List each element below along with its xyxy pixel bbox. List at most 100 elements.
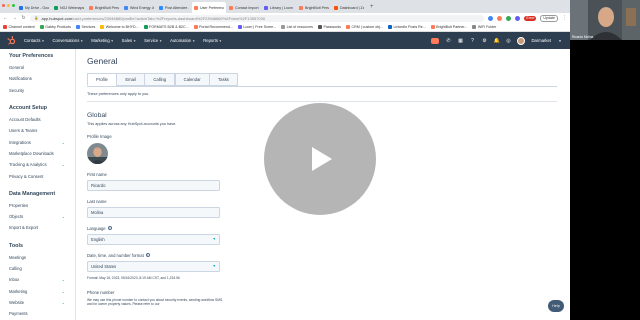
notifications-bell-icon[interactable]: 🔔 [493,38,499,44]
bookmark-favicon-icon [3,25,7,29]
bookmark-item[interactable]: WiFi Folder [472,25,496,29]
webcam-person-image [570,0,640,40]
bookmark-item[interactable]: Channel content [3,25,35,29]
chevron-down-icon: ▼ [41,38,45,43]
language-value: English [91,236,105,242]
sidebar-item-notifications[interactable]: Notifications [9,73,75,84]
datetime-format-select[interactable]: United States ▼ [87,260,220,272]
sidebar-item-security[interactable]: Security [9,85,75,96]
bookmark-item[interactable]: Portal Recommend... [193,25,233,29]
chevron-down-icon: ⌄ [61,139,65,145]
sidebar-item-meetings[interactable]: Meetings [9,252,75,263]
bookmark-item[interactable]: BrightBolt Partner... [430,25,467,29]
kebab-menu-icon[interactable]: ⋮ [562,15,567,21]
minimize-window-button[interactable] [7,4,10,7]
extension-icon[interactable] [488,15,494,21]
maximize-window-button[interactable] [12,4,15,7]
browser-tab[interactable]: Dashboard | Zapier [332,2,366,13]
browser-tab[interactable]: Contact Import | Hu [227,2,261,13]
language-select[interactable]: English ▼ [87,233,220,245]
bookmark-item[interactable]: List of resources [281,25,313,29]
browser-tab[interactable]: Post Attendee - Zoom [157,2,191,13]
sidebar-item-properties[interactable]: Properties [9,200,75,211]
avatar[interactable] [517,36,526,45]
nav-item-contacts[interactable]: Contacts ▼ [24,38,45,43]
bookmark-label: Passwords [323,25,342,29]
bookmark-item[interactable]: Passwords [317,25,342,29]
extension-icon[interactable] [515,15,521,21]
url-input[interactable]: 🔒 app.hubspot.com/user-preferences/23946… [30,14,485,22]
nav-item-automation[interactable]: Automation ▼ [170,38,195,43]
sidebar-item-tracking-analytics[interactable]: Tracking & Analytics ⌄ [9,159,75,170]
profile-photo-icon [87,142,108,164]
bookmark-item[interactable]: LinkedIn Posts Re... [388,25,426,29]
browser-tab[interactable]: Library | Loom [262,2,296,13]
bookmark-item[interactable]: CRM | custom obj... [346,25,383,29]
reload-icon[interactable]: ↻ [21,15,26,21]
browser-tab[interactable]: BrightBolt Personal [87,2,121,13]
sidebar-item-label: Website [9,299,25,305]
help-icon[interactable]: ? [469,38,475,44]
profile-error-badge[interactable]: Error [524,15,537,21]
sidebar-item-marketplace-downloads[interactable]: Marketplace Downloads [9,148,75,159]
tab-tasks[interactable]: Tasks [209,73,238,86]
assistant-icon[interactable]: ◎ [505,38,511,44]
info-icon[interactable]: i [107,226,112,230]
chevron-down-icon[interactable]: ▼ [557,38,563,44]
back-icon[interactable]: ← [3,15,8,21]
new-tab-button[interactable]: + [370,2,374,13]
sidebar-item-payments[interactable]: Payments [9,308,75,319]
bookmark-item[interactable]: Welcome to BHYD... [100,25,139,29]
bookmark-item[interactable]: FORMATS B2B & B2C... [143,25,189,29]
nav-item-marketing[interactable]: Marketing ▼ [91,38,113,43]
browser-tab[interactable]: BrightBolt Personal [297,2,331,13]
sidebar-item-users-teams[interactable]: Users & Teams [9,125,75,136]
video-play-button[interactable] [264,103,376,215]
nav-item-conversations[interactable]: Conversations ▼ [53,38,84,43]
upgrade-icon[interactable] [431,37,440,44]
browser-tab[interactable]: NGJ Webmaps in [52,2,86,13]
info-icon[interactable]: i [145,253,150,257]
sidebar-item-objects[interactable]: Objects ⌄ [9,211,75,222]
bookmark-label: LinkedIn Posts Re... [393,25,426,29]
forward-icon[interactable]: → [12,15,17,21]
settings-gear-icon[interactable]: ⚙ [481,38,487,44]
tab-profile[interactable]: Profile [87,73,117,86]
bookmark-item[interactable]: Services [75,25,95,29]
browser-tab[interactable]: User Preferences | Hub [192,2,226,13]
update-button[interactable]: Update [540,14,558,22]
marketplace-icon[interactable]: ▦ [457,38,463,44]
nav-item-service[interactable]: Service ▼ [144,38,162,43]
nav-item-sales[interactable]: Sales ▼ [122,38,136,43]
chevron-down-icon: ▼ [218,38,222,43]
close-window-button[interactable] [2,4,5,7]
hubspot-logo-icon[interactable] [7,36,16,45]
nav-item-reports[interactable]: Reports ▼ [203,38,222,43]
sidebar-item-import-export[interactable]: Import & Export [9,222,75,233]
bookmark-favicon-icon [472,25,477,29]
first-name-field[interactable]: Ricardo [87,179,220,191]
sidebar-item-account-defaults[interactable]: Account Defaults [9,114,75,125]
extension-icon[interactable] [506,15,512,21]
tab-email[interactable]: Email [116,73,145,86]
sidebar-item-integrations[interactable]: Integrations ⌄ [9,136,75,147]
bookmark-item[interactable]: Loom | Free Scree... [237,25,276,29]
sidebar-item-website[interactable]: Website ⌄ [9,297,75,308]
bookmark-item[interactable]: Gabby Products [39,25,71,29]
browser-tab[interactable]: Wind Energy Jump [122,2,156,13]
extension-icon[interactable] [497,15,503,21]
sidebar-item-inbox[interactable]: Inbox ⌄ [9,274,75,285]
sidebar-item-calling[interactable]: Calling [9,263,75,274]
tab-calendar[interactable]: Calendar [174,73,210,86]
sidebar-item-marketing[interactable]: Marketing ⌄ [9,285,75,296]
phone-icon[interactable]: ✆ [445,38,451,44]
last-name-field[interactable]: Molina [87,206,220,218]
sidebar-item-general[interactable]: General [9,62,75,73]
sidebar-item-label: Payments [9,311,28,317]
browser-tab[interactable]: My Drive - Google [17,2,51,13]
profile-image[interactable] [87,142,108,164]
tab-calling[interactable]: Calling [144,73,176,86]
account-menu[interactable]: Darmarket [531,38,551,43]
sidebar-item-privacy-consent[interactable]: Privacy & Consent [9,170,75,181]
help-chat-button[interactable]: Help [548,300,564,312]
